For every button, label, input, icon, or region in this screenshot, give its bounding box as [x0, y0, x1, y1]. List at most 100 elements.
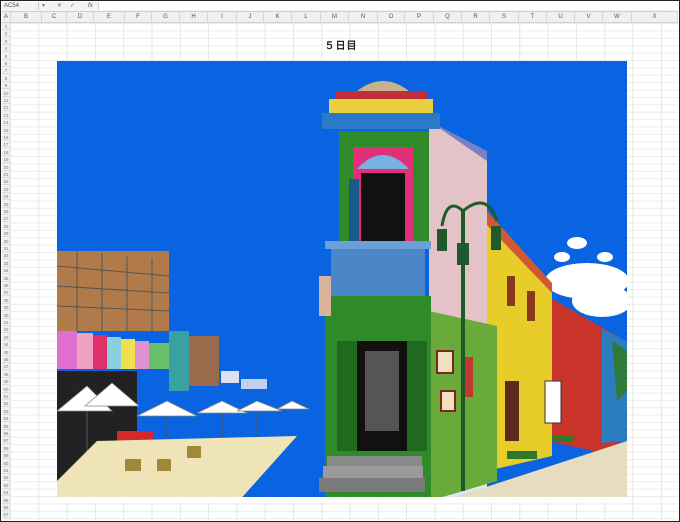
- row-header-cell[interactable]: 18: [2, 149, 10, 156]
- row-header-cell[interactable]: 43: [2, 334, 10, 341]
- row-header-cell[interactable]: 52: [2, 400, 10, 408]
- column-header-cell[interactable]: Q: [434, 12, 462, 22]
- row-header-cell[interactable]: 20: [2, 164, 10, 171]
- row-header-cell[interactable]: 37: [2, 289, 10, 297]
- row-header-cell[interactable]: 11: [2, 97, 10, 104]
- row-header-cell[interactable]: 51: [2, 393, 10, 400]
- row-header-cell[interactable]: 67: [2, 511, 10, 519]
- row-header-cell[interactable]: 33: [2, 260, 10, 267]
- column-header-cell[interactable]: L: [292, 12, 321, 22]
- row-header-cell[interactable]: 30: [2, 238, 10, 245]
- cancel-icon[interactable]: ✕: [57, 2, 62, 10]
- column-header-cell[interactable]: R: [462, 12, 490, 22]
- row-header-cell[interactable]: 9: [2, 82, 10, 90]
- row-header-cell[interactable]: 56: [2, 430, 10, 437]
- row-header-cell[interactable]: 47: [2, 363, 10, 371]
- row-header-cell[interactable]: 7: [2, 67, 10, 75]
- fx-icon[interactable]: fx: [88, 2, 93, 10]
- row-header-cell[interactable]: 16: [2, 134, 10, 141]
- row-header-cell[interactable]: 55: [2, 423, 10, 430]
- row-header-cell[interactable]: 13: [2, 112, 10, 119]
- row-header-cell[interactable]: 58: [2, 445, 10, 452]
- street-scene-illustration-icon[interactable]: [57, 61, 627, 503]
- row-header-cell[interactable]: 2: [2, 30, 10, 38]
- row-header-cell[interactable]: 40: [2, 312, 10, 319]
- row-header-cell[interactable]: 17: [2, 141, 10, 149]
- enter-icon[interactable]: ✓: [70, 2, 75, 10]
- row-header-cell[interactable]: 36: [2, 282, 10, 289]
- row-header-cell[interactable]: 41: [2, 319, 10, 326]
- column-header-cell[interactable]: K: [264, 12, 292, 22]
- column-header-cell[interactable]: J: [237, 12, 264, 22]
- row-header-cell[interactable]: 28: [2, 223, 10, 230]
- row-header-cell[interactable]: 45: [2, 349, 10, 356]
- row-header-cell[interactable]: 63: [2, 482, 10, 489]
- row-header-cell[interactable]: 64: [2, 489, 10, 497]
- row-header-cell[interactable]: 23: [2, 186, 10, 193]
- column-header-cell[interactable]: O: [378, 12, 405, 22]
- row-header-cell[interactable]: 54: [2, 415, 10, 423]
- column-header-cell[interactable]: E: [94, 12, 125, 22]
- row-header-cell[interactable]: 39: [2, 304, 10, 312]
- column-header-cell[interactable]: B: [11, 12, 42, 22]
- row-header-cell[interactable]: 57: [2, 437, 10, 445]
- row-header-cell[interactable]: 32: [2, 252, 10, 260]
- column-header-cell[interactable]: G: [152, 12, 180, 22]
- column-header: ABCDEFGHIJKLMNOPQRSTUVWX: [2, 12, 678, 23]
- column-header-cell[interactable]: U: [547, 12, 575, 22]
- column-header-cell[interactable]: P: [405, 12, 434, 22]
- sheet-title[interactable]: ５日目: [281, 37, 401, 52]
- row-header-cell[interactable]: 60: [2, 460, 10, 467]
- row-header-cell[interactable]: 61: [2, 467, 10, 474]
- row-header-cell[interactable]: 8: [2, 75, 10, 82]
- column-header-cell[interactable]: D: [67, 12, 94, 22]
- row-header-cell[interactable]: 42: [2, 326, 10, 334]
- column-header-cell[interactable]: H: [180, 12, 208, 22]
- row-header-cell[interactable]: 50: [2, 386, 10, 393]
- row-header-cell[interactable]: 31: [2, 245, 10, 252]
- column-header-cell[interactable]: F: [125, 12, 152, 22]
- row-header-cell[interactable]: 12: [2, 104, 10, 112]
- row-header-cell[interactable]: 48: [2, 371, 10, 378]
- row-header-cell[interactable]: 53: [2, 408, 10, 415]
- row-header-cell[interactable]: 46: [2, 356, 10, 363]
- row-header-cell[interactable]: 5: [2, 53, 10, 60]
- column-header-cell[interactable]: I: [208, 12, 237, 22]
- row-header-cell[interactable]: 38: [2, 297, 10, 304]
- row-header-cell[interactable]: 65: [2, 497, 10, 504]
- column-header-cell[interactable]: T: [519, 12, 547, 22]
- row-header-cell[interactable]: 24: [2, 193, 10, 201]
- row-header-cell[interactable]: 59: [2, 452, 10, 460]
- row-header-cell[interactable]: 27: [2, 215, 10, 223]
- column-header-cell[interactable]: S: [490, 12, 519, 22]
- row-header-cell[interactable]: 3: [2, 38, 10, 45]
- row-header-cell[interactable]: 19: [2, 156, 10, 164]
- row-header-cell[interactable]: 34: [2, 267, 10, 275]
- row-header-cell[interactable]: 29: [2, 230, 10, 238]
- row-header-cell[interactable]: 10: [2, 90, 10, 97]
- column-header-cell[interactable]: V: [575, 12, 603, 22]
- name-box[interactable]: AC54: [3, 2, 39, 10]
- row-header-cell[interactable]: 62: [2, 474, 10, 482]
- row-header-cell[interactable]: 15: [2, 127, 10, 134]
- column-header-cell[interactable]: M: [321, 12, 349, 22]
- formula-input[interactable]: [98, 2, 678, 10]
- dropdown-icon[interactable]: ▾: [42, 2, 45, 10]
- row-header-cell[interactable]: 6: [2, 60, 10, 67]
- row-header-cell[interactable]: 21: [2, 171, 10, 178]
- row-header-cell[interactable]: 1: [2, 23, 10, 30]
- column-header-cell[interactable]: C: [42, 12, 67, 22]
- column-header-cell[interactable]: W: [603, 12, 632, 22]
- row-header-cell[interactable]: 49: [2, 378, 10, 386]
- column-header-cell[interactable]: X: [632, 12, 678, 22]
- row-header-cell[interactable]: 4: [2, 45, 10, 53]
- column-header-cell[interactable]: N: [349, 12, 378, 22]
- column-header-cell[interactable]: A: [2, 12, 11, 22]
- row-header-cell[interactable]: 14: [2, 119, 10, 127]
- row-header-cell[interactable]: 25: [2, 201, 10, 208]
- row-header-cell[interactable]: 44: [2, 341, 10, 349]
- row-header-cell[interactable]: 66: [2, 504, 10, 511]
- row-header-cell[interactable]: 22: [2, 178, 10, 186]
- row-header-cell[interactable]: 26: [2, 208, 10, 215]
- row-header-cell[interactable]: 35: [2, 275, 10, 282]
